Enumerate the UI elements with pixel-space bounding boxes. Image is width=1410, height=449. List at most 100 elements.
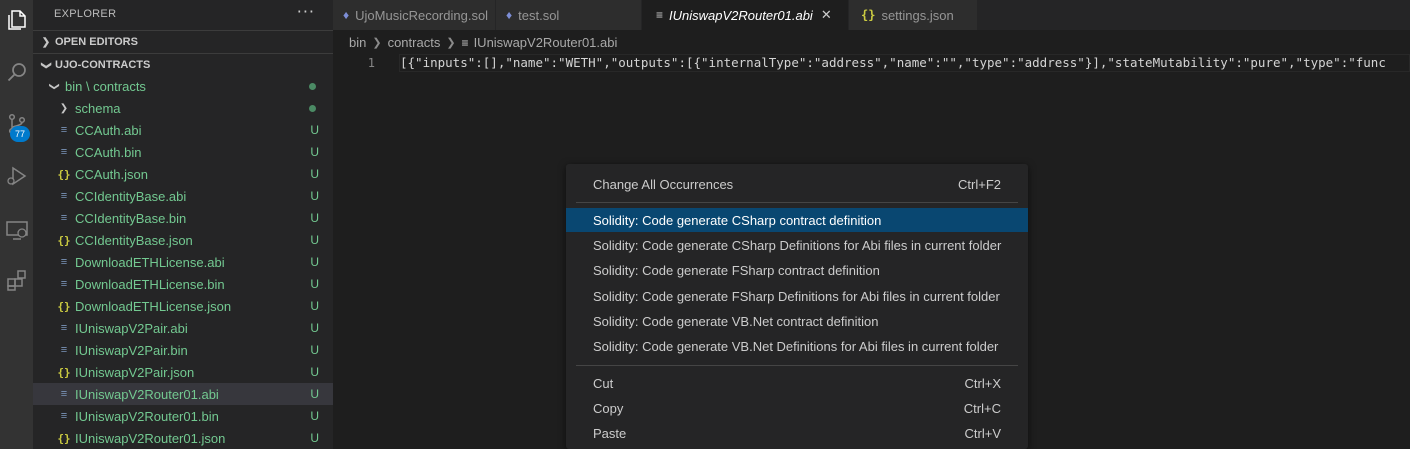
tab-iuniswapv2router01-abi[interactable]: ≡ IUniswapV2Router01.abi ✕: [642, 0, 849, 30]
file-lines-icon: ≡: [60, 124, 68, 136]
breadcrumb-item[interactable]: bin: [349, 35, 366, 50]
menu-item[interactable]: Copy Ctrl+C: [566, 396, 1028, 420]
explorer-icon[interactable]: [0, 0, 33, 40]
file-label: IUniswapV2Router01.json: [75, 430, 226, 446]
menu-item[interactable]: Solidity: Code generate CSharp Definitio…: [566, 234, 1028, 258]
file-lines-icon: ≡: [60, 278, 68, 290]
run-debug-icon[interactable]: [0, 156, 33, 196]
menu-item[interactable]: Change All Occurrences Ctrl+F2: [566, 172, 1028, 196]
folder-label: schema: [75, 100, 121, 116]
menu-item-label: Solidity: Code generate CSharp Definitio…: [593, 238, 1002, 254]
file-item[interactable]: {} IUniswapV2Pair.json U: [33, 361, 333, 383]
file-label: IUniswapV2Router01.bin: [75, 408, 219, 424]
remote-explorer-icon[interactable]: [0, 210, 33, 250]
editor-tabs: ♦ UjoMusicRecording.sol ♦ test.sol ≡ IUn…: [333, 0, 1410, 30]
search-icon[interactable]: [0, 52, 33, 92]
file-label: IUniswapV2Router01.abi: [75, 386, 219, 402]
menu-item[interactable]: Solidity: Code generate FSharp Definitio…: [566, 284, 1028, 308]
chevron-down-icon: ❯: [40, 60, 52, 70]
menu-item-shortcut: Ctrl+F2: [958, 176, 1001, 192]
menu-item-label: Cut: [593, 375, 614, 391]
chevron-right-icon: ❯: [372, 37, 382, 49]
git-status-badge: U: [310, 409, 319, 423]
file-item[interactable]: {} DownloadETHLicense.json U: [33, 295, 333, 317]
sidebar-title: EXPLORER: [54, 8, 117, 20]
menu-separator: [576, 202, 1018, 204]
tab-label: settings.json: [881, 7, 954, 23]
open-editors-section[interactable]: ❯ OPEN EDITORS: [33, 30, 333, 53]
file-item[interactable]: {} CCIdentityBase.json U: [33, 229, 333, 251]
file-lines-icon: ≡: [60, 322, 68, 334]
json-file-icon: {}: [57, 431, 71, 445]
tab-ujomusicrecording[interactable]: ♦ UjoMusicRecording.sol: [333, 0, 496, 30]
file-item[interactable]: ≡ IUniswapV2Pair.abi U: [33, 317, 333, 339]
tab-label: UjoMusicRecording.sol: [355, 7, 489, 23]
breadcrumb-item[interactable]: contracts: [388, 35, 441, 50]
git-status-badge: U: [310, 255, 319, 269]
file-label: DownloadETHLicense.bin: [75, 276, 225, 292]
file-item[interactable]: ≡ IUniswapV2Router01.abi U: [33, 383, 333, 405]
file-item[interactable]: ≡ CCIdentityBase.bin U: [33, 207, 333, 229]
menu-item-label: Solidity: Code generate CSharp contract …: [593, 212, 882, 228]
menu-item-label: Paste: [593, 426, 627, 442]
code-line[interactable]: [{"inputs":[],"name":"WETH","outputs":[{…: [400, 55, 1386, 70]
menu-item[interactable]: Solidity: Code generate FSharp contract …: [566, 259, 1028, 283]
chevron-right-icon: ❯: [59, 102, 69, 114]
git-status-badge: U: [310, 123, 319, 137]
file-item[interactable]: ≡ IUniswapV2Router01.bin U: [33, 405, 333, 427]
file-label: CCIdentityBase.json: [75, 232, 193, 248]
json-file-icon: {}: [57, 299, 71, 313]
tab-label: test.sol: [518, 7, 560, 23]
open-editors-label: OPEN EDITORS: [55, 36, 138, 48]
close-icon[interactable]: ✕: [821, 7, 832, 23]
folder-schema[interactable]: ❯ schema: [33, 97, 333, 119]
git-status-badge: U: [310, 167, 319, 181]
menu-item-label: Solidity: Code generate FSharp Definitio…: [593, 288, 1000, 304]
solidity-file-icon: ♦: [343, 8, 350, 22]
menu-item-shortcut: Ctrl+C: [963, 400, 1001, 416]
file-item[interactable]: {} IUniswapV2Router01.json U: [33, 427, 333, 449]
file-item[interactable]: ≡ CCAuth.abi U: [33, 119, 333, 141]
extensions-icon[interactable]: [0, 260, 33, 300]
more-actions-icon[interactable]: ···: [297, 2, 315, 21]
modified-dot: [309, 105, 316, 112]
file-tree: ❯ bin \ contracts ❯ schema ≡ CCAuth.abi U ≡…: [33, 75, 333, 449]
file-label: DownloadETHLicense.abi: [75, 254, 225, 270]
file-label: CCAuth.abi: [75, 122, 142, 138]
menu-item-label: Copy: [593, 400, 624, 416]
file-lines-icon: ≡: [656, 8, 664, 22]
file-lines-icon: ≡: [461, 35, 469, 50]
context-menu: Change All Occurrences Ctrl+F2 Solidity: C…: [566, 164, 1028, 449]
menu-item[interactable]: Solidity: Code generate VB.Net contract …: [566, 310, 1028, 334]
git-status-badge: U: [310, 387, 319, 401]
tab-test-sol[interactable]: ♦ test.sol: [496, 0, 642, 30]
file-label: CCAuth.bin: [75, 144, 142, 160]
menu-item-label: Solidity: Code generate VB.Net contract …: [593, 314, 879, 329]
file-item[interactable]: ≡ DownloadETHLicense.bin U: [33, 273, 333, 295]
json-file-icon: {}: [57, 167, 71, 181]
git-status-badge: U: [310, 277, 319, 291]
file-lines-icon: ≡: [60, 410, 68, 422]
solidity-file-icon: ♦: [506, 8, 513, 22]
file-label: CCIdentityBase.abi: [75, 188, 187, 204]
file-item[interactable]: ≡ IUniswapV2Pair.bin U: [33, 339, 333, 361]
git-status-badge: U: [310, 365, 319, 379]
file-item[interactable]: ≡ CCAuth.bin U: [33, 141, 333, 163]
folder-bin-contracts[interactable]: ❯ bin \ contracts: [33, 75, 333, 97]
file-item[interactable]: {} CCAuth.json U: [33, 163, 333, 185]
json-file-icon: {}: [57, 233, 71, 247]
tab-settings-json[interactable]: {} settings.json: [849, 0, 978, 30]
menu-item[interactable]: Paste Ctrl+V: [566, 422, 1028, 446]
git-status-badge: U: [310, 431, 319, 445]
breadcrumb-item[interactable]: IUniswapV2Router01.abi: [474, 35, 618, 50]
line-number: 1: [367, 56, 375, 70]
menu-item[interactable]: Solidity: Code generate CSharp contract …: [566, 208, 1028, 233]
tab-label: IUniswapV2Router01.abi: [669, 7, 813, 23]
file-label: CCAuth.json: [75, 166, 148, 182]
file-item[interactable]: ≡ DownloadETHLicense.abi U: [33, 251, 333, 273]
file-item[interactable]: ≡ CCIdentityBase.abi U: [33, 185, 333, 207]
workspace-root-section[interactable]: ❯ UJO-CONTRACTS: [33, 53, 333, 76]
menu-item[interactable]: Cut Ctrl+X: [566, 371, 1028, 395]
menu-item[interactable]: Solidity: Code generate VB.Net Definitio…: [566, 335, 1028, 359]
chevron-down-icon: ❯: [48, 81, 60, 91]
